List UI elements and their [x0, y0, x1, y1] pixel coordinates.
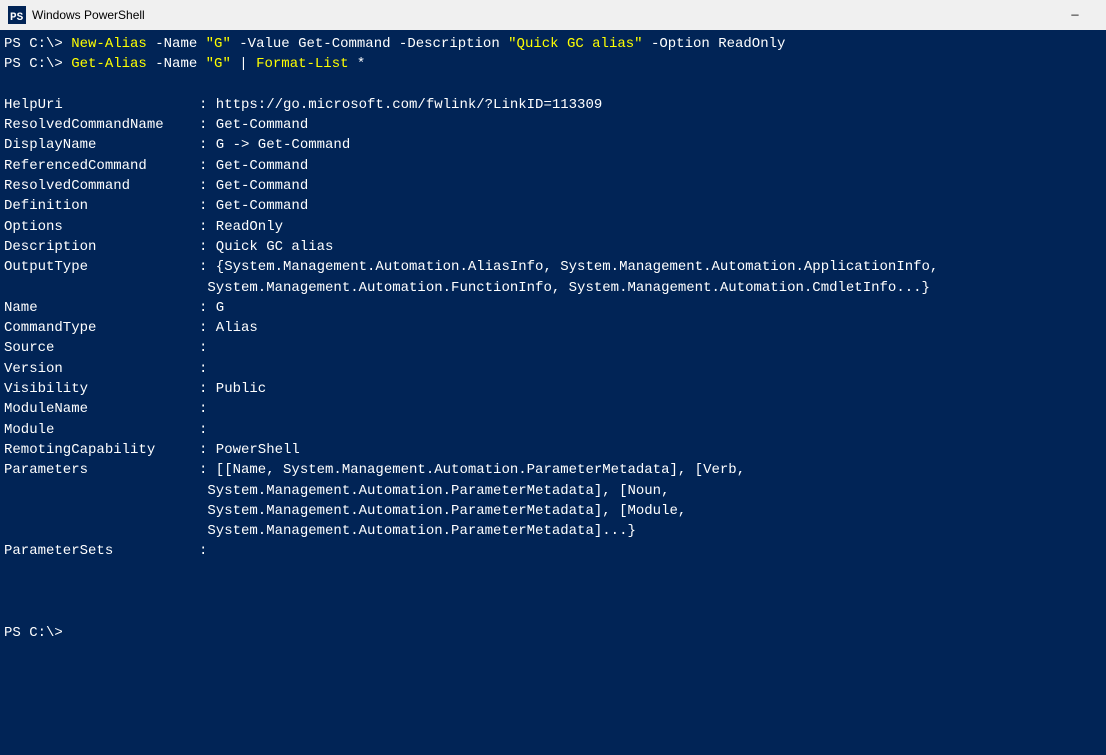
- minimize-button[interactable]: —: [1052, 0, 1098, 30]
- readonly-keyword: ReadOnly: [718, 36, 785, 52]
- command-line-2: PS C:\> Get-Alias -Name "G" | Format-Lis…: [4, 54, 1102, 74]
- output-row-outputtype-cont: System.Management.Automation.FunctionInf…: [4, 278, 1102, 298]
- output-row-resolvedcommand: ResolvedCommand : Get-Command: [4, 176, 1102, 196]
- output-section: HelpUri : https://go.microsoft.com/fwlin…: [4, 95, 1102, 562]
- get-alias-cmd: Get-Alias: [71, 56, 147, 72]
- output-row-parameters: Parameters : [[Name, System.Management.A…: [4, 460, 1102, 480]
- final-prompt-line: PS C:\>: [4, 623, 1102, 643]
- output-row-commandtype: CommandType : Alias: [4, 318, 1102, 338]
- output-row-referencedcommand: ReferencedCommand : Get-Command: [4, 156, 1102, 176]
- output-row-modulename: ModuleName :: [4, 399, 1102, 419]
- output-row-version: Version :: [4, 359, 1102, 379]
- command-line-1: PS C:\> New-Alias -Name "G" -Value Get-C…: [4, 34, 1102, 54]
- blank-line: [4, 75, 1102, 95]
- output-row-name: Name : G: [4, 298, 1102, 318]
- blank-line-3: [4, 582, 1102, 602]
- output-row-parameters-2: System.Management.Automation.ParameterMe…: [4, 481, 1102, 501]
- output-row-module: Module :: [4, 420, 1102, 440]
- prompt-2: PS C:\>: [4, 56, 71, 72]
- output-row-parameters-4: System.Management.Automation.ParameterMe…: [4, 521, 1102, 541]
- output-row-definition: Definition : Get-Command: [4, 196, 1102, 216]
- window-controls: —: [1052, 0, 1098, 30]
- new-alias-cmd: New-Alias: [71, 36, 147, 52]
- prompt-1: PS C:\>: [4, 36, 71, 52]
- output-row-displayname: DisplayName : G -> Get-Command: [4, 135, 1102, 155]
- app-icon: PS: [8, 6, 26, 24]
- output-row-description: Description : Quick GC alias: [4, 237, 1102, 257]
- window-title: Windows PowerShell: [32, 8, 145, 22]
- output-row-outputtype: OutputType : {System.Management.Automati…: [4, 257, 1102, 277]
- output-row-helpuri: HelpUri : https://go.microsoft.com/fwlin…: [4, 95, 1102, 115]
- output-row-parametersets: ParameterSets :: [4, 541, 1102, 561]
- title-bar: PS Windows PowerShell —: [0, 0, 1106, 30]
- final-prompt: PS C:\>: [4, 625, 63, 641]
- output-row-options: Options : ReadOnly: [4, 217, 1102, 237]
- format-list-cmd: Format-List: [256, 56, 348, 72]
- output-row-parameters-3: System.Management.Automation.ParameterMe…: [4, 501, 1102, 521]
- blank-line-2: [4, 562, 1102, 582]
- terminal-body: PS C:\> New-Alias -Name "G" -Value Get-C…: [0, 30, 1106, 643]
- output-row-resolvedcommandname: ResolvedCommandName : Get-Command: [4, 115, 1102, 135]
- output-row-source: Source :: [4, 338, 1102, 358]
- svg-text:PS: PS: [10, 12, 24, 24]
- blank-line-4: [4, 602, 1102, 622]
- output-row-remotingcapability: RemotingCapability : PowerShell: [4, 440, 1102, 460]
- output-row-visibility: Visibility : Public: [4, 379, 1102, 399]
